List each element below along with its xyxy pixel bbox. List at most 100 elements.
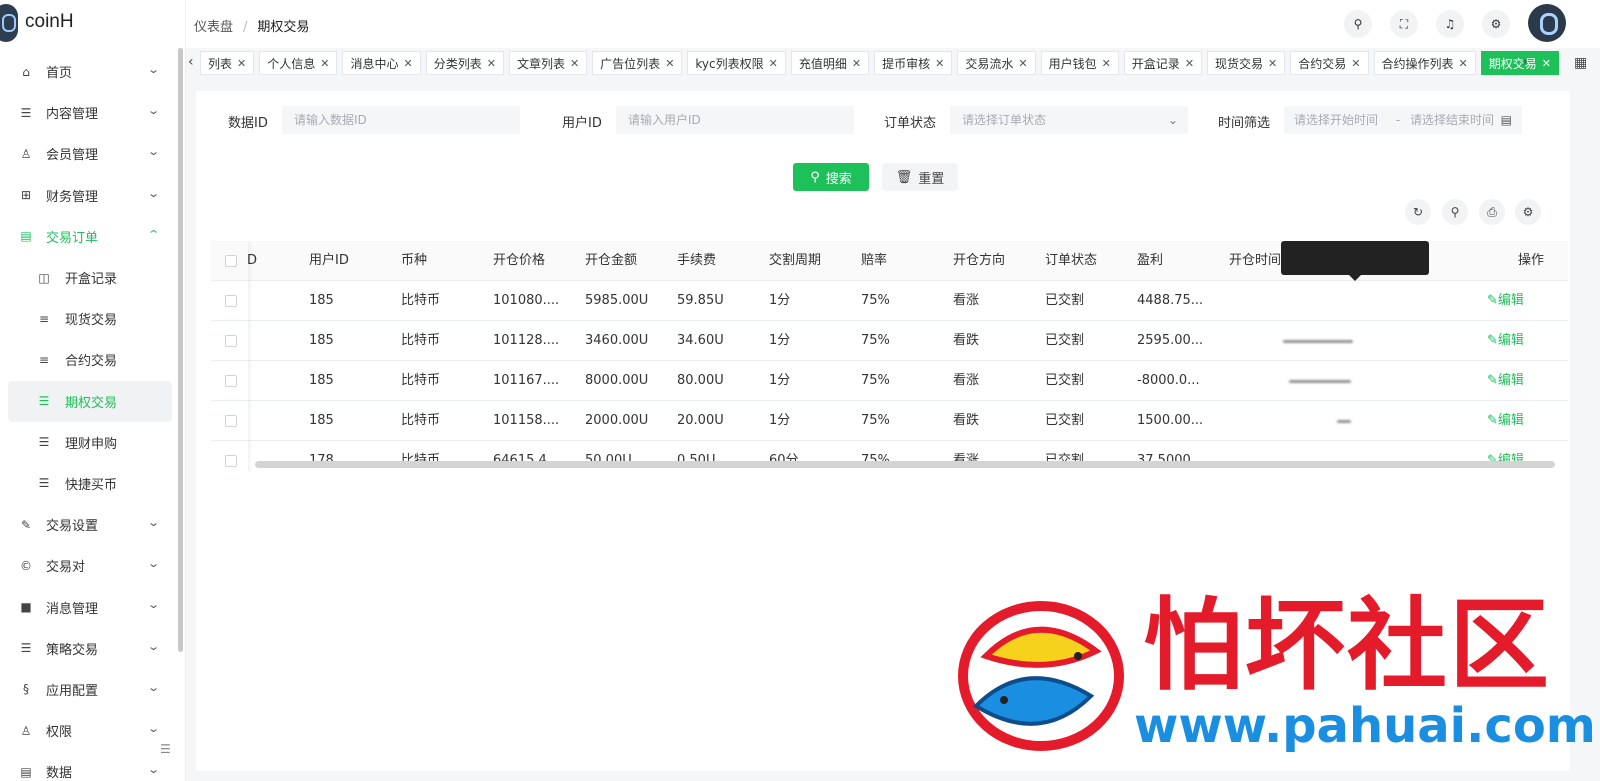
chevron-right-icon[interactable]: › — [1522, 54, 1528, 70]
table-row[interactable]: 185 比特币 101167.... 8000.00U 80.00U 1分 75… — [211, 361, 1568, 401]
print-icon[interactable]: ⎙ — [1479, 199, 1505, 225]
search-icon[interactable]: ⚲ — [1442, 199, 1468, 225]
chevron-left-icon[interactable]: ‹ — [188, 54, 194, 70]
edit-link[interactable]: ✎编辑 — [1487, 281, 1524, 321]
sidebar-item-label: 应用配置 — [46, 683, 99, 699]
sidebar-item-app-config[interactable]: § 应用配置 ⌄ — [8, 669, 172, 710]
tab-kyc[interactable]: kyc列表权限 ✕ — [687, 51, 786, 75]
table-row[interactable]: 185 比特币 101128.... 3460.00U 34.60U 1分 75… — [211, 321, 1568, 361]
time-label: 时间筛选 — [1218, 116, 1271, 131]
tab-contract[interactable]: 合约交易 ✕ — [1290, 51, 1369, 75]
table-row[interactable]: 185 比特币 101158.... 2000.00U 20.00U 1分 75… — [211, 401, 1568, 441]
sidebar-item-orders[interactable]: ▤ 交易订单 ⌃ — [8, 216, 172, 257]
tab-profile[interactable]: 个人信息 ✕ — [259, 51, 338, 75]
gear-icon[interactable]: ⚙ — [1515, 199, 1541, 225]
bell-icon[interactable]: ♫ — [1436, 10, 1464, 38]
close-icon[interactable]: ✕ — [487, 57, 496, 70]
reset-button[interactable]: 🗑 重置 — [882, 163, 958, 191]
refresh-icon[interactable]: ↻ — [1405, 199, 1431, 225]
sidebar-item-wealth[interactable]: ☰ 理财申购 — [8, 422, 172, 463]
sidebar-item-members[interactable]: ♙ 会员管理 ⌄ — [8, 133, 172, 174]
sidebar-item-box-records[interactable]: ◫ 开盒记录 — [8, 257, 172, 298]
close-icon[interactable]: ✕ — [769, 57, 778, 70]
close-icon[interactable]: ✕ — [1185, 57, 1194, 70]
edit-link[interactable]: ✎编辑 — [1487, 361, 1524, 401]
time-range-input[interactable]: 请选择开始时间 - 请选择结束时间 ▤ — [1284, 106, 1522, 134]
sidebar-item-label: 期权交易 — [65, 395, 118, 411]
edit-link[interactable]: ✎编辑 — [1487, 441, 1524, 473]
cell-profit: 1500.00... — [1137, 413, 1204, 428]
sidebar-item-label: 财务管理 — [46, 189, 99, 205]
close-icon[interactable]: ✕ — [1102, 57, 1111, 70]
tab-wallet[interactable]: 用户钱包 ✕ — [1040, 51, 1119, 75]
column-header: 开仓时间 — [1229, 253, 1282, 268]
close-icon[interactable]: ✕ — [320, 57, 329, 70]
tab-message-center[interactable]: 消息中心 ✕ — [342, 51, 421, 75]
sidebar-item-content[interactable]: ☰ 内容管理 ⌄ — [8, 92, 172, 133]
tab-recharge[interactable]: 充值明细 ✕ — [790, 51, 870, 75]
tab-contract-ops[interactable]: 合约操作列表 ✕ — [1373, 51, 1476, 75]
close-icon[interactable]: ✕ — [1018, 57, 1027, 70]
close-icon[interactable]: ✕ — [403, 57, 412, 70]
sidebar-item-permissions[interactable]: ♙ 权限 ⌄ — [8, 710, 172, 751]
cell-user-id: 178 — [309, 441, 334, 473]
sidebar-item-messages[interactable]: ■ 消息管理 ⌄ — [8, 586, 172, 627]
data-id-input[interactable]: 请输入数据ID — [282, 106, 520, 134]
sidebar-item-spot[interactable]: ≡ 现货交易 — [8, 298, 172, 339]
gear-icon[interactable]: ⚙ — [1482, 10, 1510, 38]
sidebar-item-data[interactable]: ▤ 数据 ⌄ — [8, 751, 172, 781]
data-id-label: 数据ID — [228, 116, 268, 131]
table-horizontal-scrollbar[interactable] — [255, 461, 1555, 468]
cell-open-amount: 3460.00U — [585, 333, 649, 348]
status-select[interactable]: 请选择订单状态 ⌄ — [950, 106, 1188, 134]
close-icon[interactable]: ✕ — [665, 57, 674, 70]
grid-icon[interactable]: ▦ — [1574, 55, 1587, 71]
search-button[interactable]: ⚲ 搜索 — [793, 163, 869, 191]
table-row[interactable]: 178 比特币 64615.4... 50.00U 0.50U 60分 75% … — [211, 441, 1568, 473]
close-icon[interactable]: ✕ — [1542, 57, 1551, 70]
close-icon[interactable]: ✕ — [1351, 57, 1360, 70]
search-icon[interactable]: ⚲ — [1344, 10, 1372, 38]
tab-options[interactable]: 期权交易 ✕ — [1480, 51, 1559, 75]
start-time-placeholder: 请选择开始时间 — [1294, 113, 1379, 127]
sidebar-item-options[interactable]: ☰ 期权交易 — [8, 380, 172, 422]
table-row[interactable]: 185 比特币 101080.... 5985.00U 59.85U 1分 75… — [211, 281, 1568, 321]
sidebar-item-trade-settings[interactable]: ✎ 交易设置 ⌄ — [8, 504, 172, 545]
close-icon[interactable]: ✕ — [570, 57, 579, 70]
avatar[interactable] — [1528, 4, 1566, 42]
sidebar-item-home[interactable]: ⌂ 首页 ⌄ — [8, 51, 172, 92]
tab-article-list[interactable]: 文章列表 ✕ — [508, 51, 588, 75]
logo[interactable]: coinH — [0, 0, 186, 48]
close-icon[interactable]: ✕ — [237, 57, 246, 70]
orders-table: D 用户ID 币种 开仓价格 开仓金额 手续费 交割周期 赔率 开仓方向 订单状… — [211, 241, 1568, 473]
sidebar-item-pairs[interactable]: © 交易对 ⌄ — [8, 545, 172, 586]
edit-link[interactable]: ✎编辑 — [1487, 401, 1524, 441]
collapse-menu-icon[interactable]: ☰ — [160, 742, 171, 756]
tab-ad-list[interactable]: 广告位列表 ✕ — [592, 51, 683, 75]
tab-label: kyc列表权限 — [695, 56, 764, 71]
tab-box-records[interactable]: 开盒记录 ✕ — [1123, 51, 1203, 75]
sidebar-item-strategy[interactable]: ☰ 策略交易 ⌄ — [8, 628, 172, 669]
close-icon[interactable]: ✕ — [935, 57, 944, 70]
fullscreen-icon[interactable]: ⛶ — [1390, 10, 1418, 38]
user-lock-icon: ♙ — [20, 723, 32, 738]
edit-link[interactable]: ✎编辑 — [1487, 321, 1524, 361]
tab-category-list[interactable]: 分类列表 ✕ — [425, 51, 504, 75]
finance-icon: ⊞ — [20, 188, 32, 203]
tab-list[interactable]: 列表 ✕ — [200, 51, 255, 75]
sidebar-item-finance[interactable]: ⊞ 财务管理 ⌄ — [8, 175, 172, 216]
close-icon[interactable]: ✕ — [1459, 57, 1468, 70]
sidebar-scrollbar[interactable] — [178, 48, 183, 652]
user-id-input[interactable]: 请输入用户ID — [616, 106, 854, 134]
sidebar-item-quick-buy[interactable]: ☰ 快捷买币 — [8, 463, 172, 504]
tab-strip: 列表 ✕ 个人信息 ✕ 消息中心 ✕ 分类列表 ✕ 文章列表 ✕ 广告位列表 ✕ kyc列表… — [200, 51, 1559, 75]
message-icon: ■ — [20, 600, 32, 615]
user-icon: ♙ — [20, 146, 32, 161]
close-icon[interactable]: ✕ — [852, 57, 861, 70]
breadcrumb-home[interactable]: 仪表盘 — [194, 20, 233, 35]
sidebar-item-contract[interactable]: ≡ 合约交易 — [8, 339, 172, 380]
tab-transactions[interactable]: 交易流水 ✕ — [957, 51, 1036, 75]
tab-spot[interactable]: 现货交易 ✕ — [1207, 51, 1286, 75]
tab-withdraw-review[interactable]: 提币审核 ✕ — [874, 51, 953, 75]
close-icon[interactable]: ✕ — [1268, 57, 1277, 70]
